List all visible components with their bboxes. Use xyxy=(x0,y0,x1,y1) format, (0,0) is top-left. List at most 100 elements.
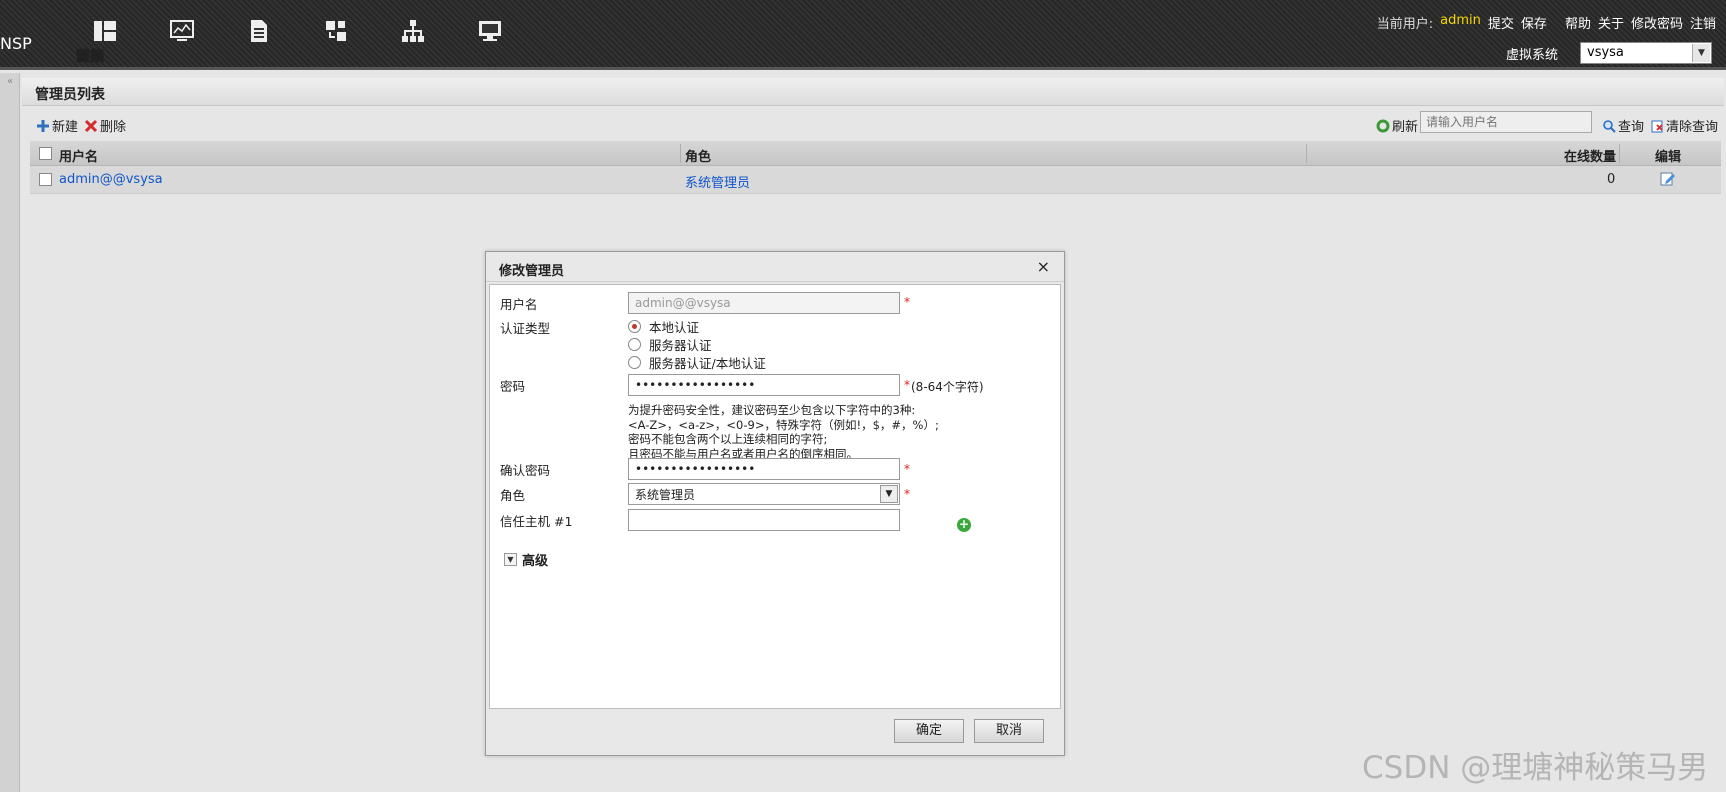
nav-system[interactable]: 系统 xyxy=(76,18,528,65)
column-divider xyxy=(680,144,681,163)
clear-query-button[interactable]: 清除查询 xyxy=(1650,116,1718,135)
virtual-system-select[interactable]: vsysa ▼ xyxy=(1580,42,1712,64)
password-length-note: (8-64个字符) xyxy=(911,380,984,394)
role-select-value: 系统管理员 xyxy=(635,488,696,502)
trusted-host-label: 信任主机 #1 xyxy=(500,514,573,529)
change-password-link[interactable]: 修改密码 xyxy=(1631,13,1683,32)
submit-link[interactable]: 提交 xyxy=(1488,13,1514,32)
password-field[interactable] xyxy=(628,374,900,396)
refresh-icon xyxy=(1376,119,1390,132)
auth-option-label: 本地认证 xyxy=(649,320,700,335)
required-mark: * xyxy=(904,462,910,476)
current-user-name: admin xyxy=(1440,13,1481,28)
virtual-system-switcher: 虚拟系统 vsysa ▼ xyxy=(1506,42,1712,64)
confirm-password-label: 确认密码 xyxy=(500,463,551,478)
nav-object[interactable]: 对象 xyxy=(76,18,374,65)
current-user-label: 当前用户: xyxy=(1376,17,1434,32)
row-checkbox[interactable] xyxy=(39,173,52,190)
required-mark: * xyxy=(904,487,910,501)
top-bar: NSP 面板 监控 策略 对象 网络 系统 当前用户: admin 提交 保存 … xyxy=(0,0,1726,70)
admin-table: 用户名 角色 在线数量 编辑 admin@@vsysa 系统管理员 0 xyxy=(30,141,1721,194)
advanced-toggle[interactable]: ▼ 高级 xyxy=(504,550,548,569)
auth-option-server-local[interactable]: 服务器认证/本地认证 xyxy=(628,353,766,372)
new-button[interactable]: 新建 xyxy=(36,116,78,135)
virtual-system-label: 虚拟系统 xyxy=(1505,47,1558,63)
auth-option-label: 服务器认证 xyxy=(649,338,712,353)
collapse-icon: « xyxy=(7,76,14,87)
delete-button-label: 删除 xyxy=(100,120,127,135)
edit-admin-dialog: 修改管理员 × 用户名 * 认证类型 本地认证 服务器认证 服务器认证/本地认证… xyxy=(485,251,1065,756)
help-link[interactable]: 帮助 xyxy=(1565,13,1591,32)
auth-option-local[interactable]: 本地认证 xyxy=(628,317,699,336)
advanced-label: 高级 xyxy=(522,554,549,569)
triangle-down-icon: ▼ xyxy=(504,553,517,566)
column-divider xyxy=(1306,144,1307,163)
column-header-online[interactable]: 在线数量 xyxy=(1564,146,1616,165)
sidebar-collapse-strip[interactable]: « xyxy=(0,73,20,792)
table-row[interactable]: admin@@vsysa 系统管理员 0 xyxy=(30,166,1721,194)
password-hint-line: 为提升密码安全性，建议密码至少包含以下字符中的3种: xyxy=(628,403,916,417)
new-button-label: 新建 xyxy=(52,120,79,135)
table-header: 用户名 角色 在线数量 编辑 xyxy=(30,141,1721,166)
role-label: 角色 xyxy=(500,488,526,503)
logout-link[interactable]: 注销 xyxy=(1690,13,1716,32)
row-username-link[interactable]: admin@@vsysa xyxy=(59,172,163,187)
column-header-edit: 编辑 xyxy=(1655,150,1682,165)
required-mark: * xyxy=(904,378,910,392)
delete-button[interactable]: 删除 xyxy=(84,116,126,135)
main-nav: 面板 监控 策略 对象 网络 系统 xyxy=(66,18,528,65)
object-icon xyxy=(297,18,374,46)
add-trusted-host-icon[interactable]: + xyxy=(957,518,971,532)
column-divider xyxy=(1619,144,1620,163)
nav-monitor[interactable]: 监控 xyxy=(76,18,220,65)
username-field xyxy=(628,292,900,314)
trusted-host-field[interactable] xyxy=(628,509,900,531)
auth-option-label: 服务器认证/本地认证 xyxy=(649,356,766,371)
cancel-button[interactable]: 取消 xyxy=(974,719,1044,743)
dashboard-icon xyxy=(66,18,143,46)
query-button[interactable]: 查询 xyxy=(1602,116,1644,135)
password-hint-line: 密码不能包含两个以上连续相同的字符; xyxy=(628,432,828,446)
panel-title: 管理员列表 xyxy=(22,78,1724,106)
query-button-label: 查询 xyxy=(1618,120,1645,135)
username-search-input[interactable] xyxy=(1420,111,1592,133)
auth-option-server[interactable]: 服务器认证 xyxy=(628,335,712,354)
watermark: CSDN @理塘神秘策马男 xyxy=(1362,750,1709,786)
radio-button[interactable] xyxy=(628,338,641,351)
select-all-checkbox[interactable] xyxy=(39,147,52,164)
monitor-icon xyxy=(143,18,220,46)
refresh-button-label: 刷新 xyxy=(1392,120,1419,135)
nav-dashboard[interactable]: 面板 xyxy=(66,18,143,65)
column-header-username[interactable]: 用户名 xyxy=(59,146,98,165)
nav-policy[interactable]: 策略 xyxy=(76,18,297,65)
username-label: 用户名 xyxy=(500,297,538,312)
dialog-header: 修改管理员 × xyxy=(486,252,1064,282)
role-select[interactable]: 系统管理员 ▼ xyxy=(628,483,900,505)
clear-query-icon xyxy=(1651,120,1663,132)
column-header-role[interactable]: 角色 xyxy=(685,146,711,165)
refresh-button[interactable]: 刷新 xyxy=(1376,116,1418,135)
password-hint: 为提升密码安全性，建议密码至少包含以下字符中的3种: <A-Z>，<a-z>，<… xyxy=(628,403,939,461)
nav-network[interactable]: 网络 xyxy=(76,18,451,65)
confirm-password-field[interactable] xyxy=(628,458,900,480)
about-link[interactable]: 关于 xyxy=(1598,13,1624,32)
dialog-title: 修改管理员 xyxy=(499,264,565,279)
required-mark: * xyxy=(904,295,910,309)
delete-icon xyxy=(84,119,98,132)
row-role-link[interactable]: 系统管理员 xyxy=(685,172,750,191)
policy-icon xyxy=(220,18,297,46)
user-bar: 当前用户: admin 提交 保存 帮助 关于 修改密码 注销 xyxy=(1377,13,1716,32)
plus-icon xyxy=(37,119,49,132)
save-link[interactable]: 保存 xyxy=(1521,13,1547,32)
chevron-down-icon: ▼ xyxy=(880,485,898,503)
radio-button[interactable] xyxy=(628,356,641,369)
close-icon[interactable]: × xyxy=(1037,257,1050,276)
edit-icon[interactable] xyxy=(1660,171,1676,191)
ok-button[interactable]: 确定 xyxy=(894,719,964,743)
virtual-system-value: vsysa xyxy=(1587,45,1624,60)
password-hint-line: <A-Z>，<a-z>，<0-9>，特殊字符（例如!，$，#，%）; xyxy=(628,417,939,432)
search-icon xyxy=(1603,119,1616,133)
nav-label: 系统 xyxy=(76,49,104,65)
radio-button[interactable] xyxy=(628,320,641,333)
dialog-body: 用户名 * 认证类型 本地认证 服务器认证 服务器认证/本地认证 密码 * (8… xyxy=(489,284,1061,709)
